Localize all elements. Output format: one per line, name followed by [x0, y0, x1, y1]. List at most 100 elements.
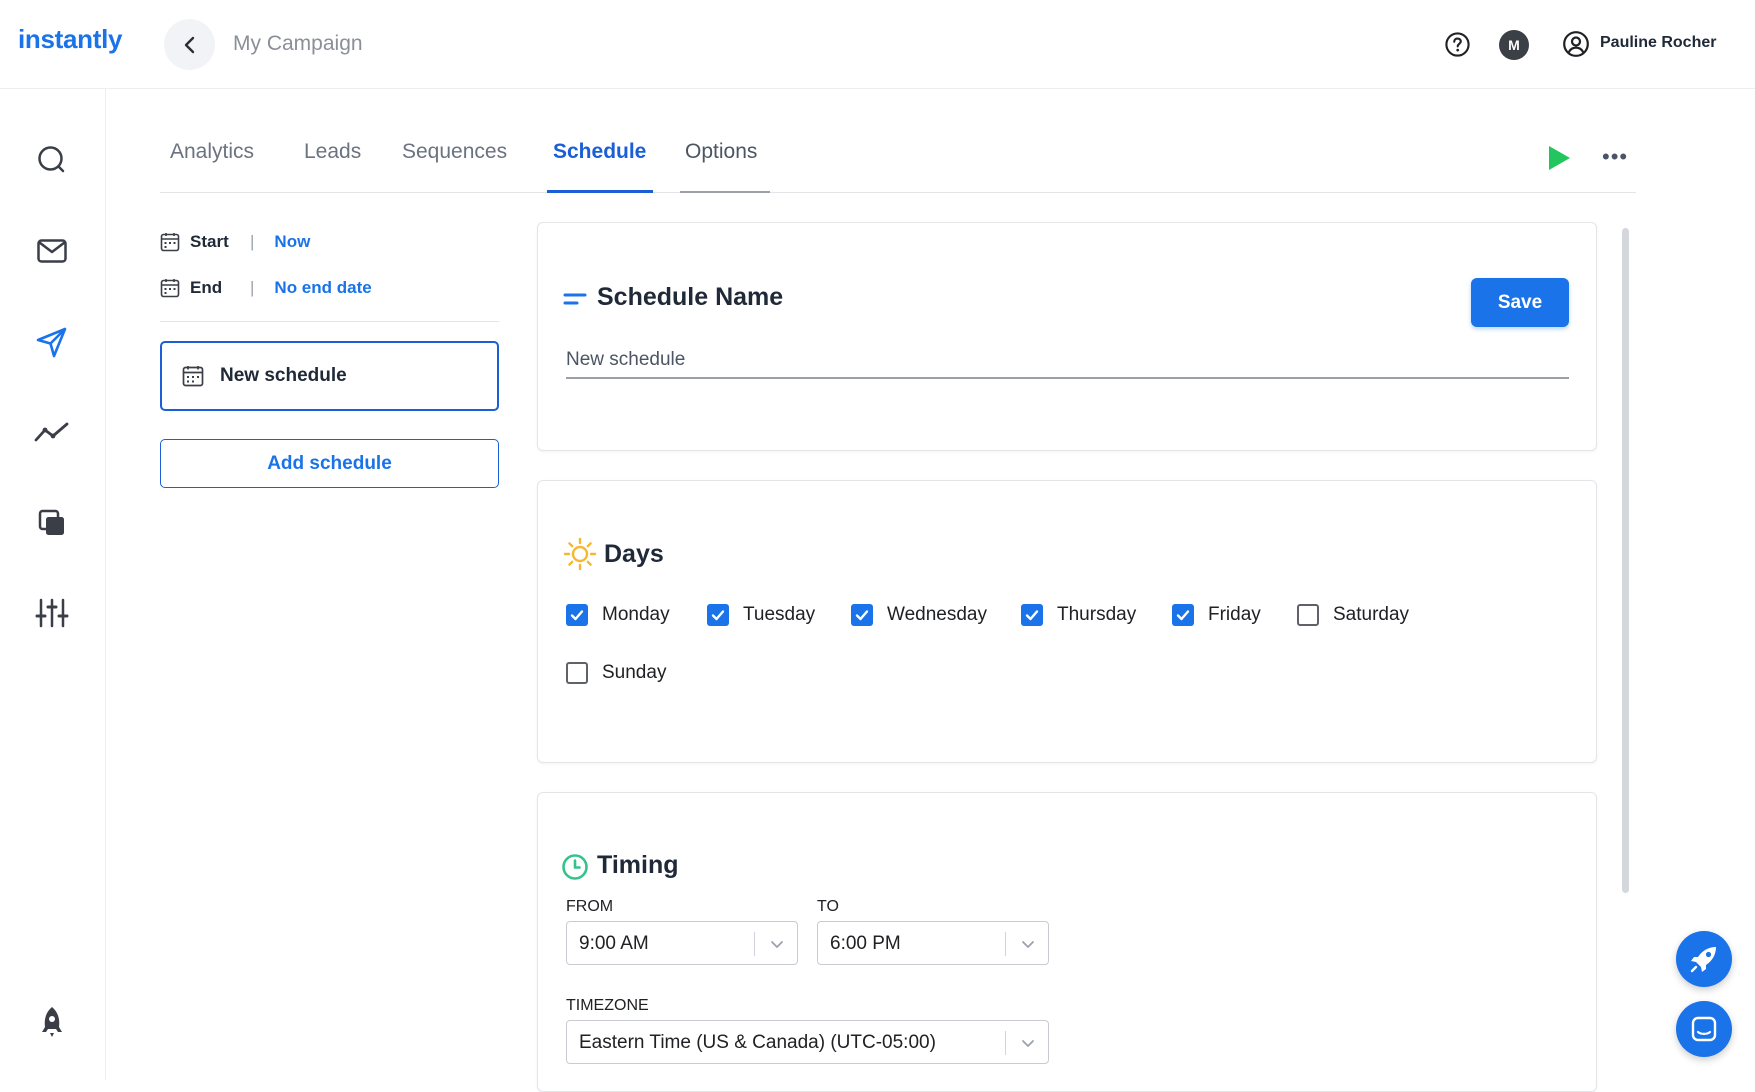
analytics-icon	[34, 422, 69, 442]
chat-fab[interactable]	[1676, 1001, 1732, 1057]
checkbox-checked-icon[interactable]	[851, 604, 873, 626]
end-label: End	[190, 278, 223, 297]
search-icon	[38, 146, 65, 173]
sidebar-item-campaigns[interactable]	[34, 324, 70, 360]
day-label: Tuesday	[743, 604, 816, 625]
top-bar: instantly My Campaign M Pauline Rocher	[0, 0, 1755, 89]
send-icon	[36, 327, 67, 358]
schedule-name-title: Schedule Name	[597, 283, 784, 311]
tab-schedule[interactable]: Schedule	[553, 140, 646, 186]
from-value: 9:00 AM	[579, 933, 649, 954]
from-label: FROM	[566, 898, 614, 915]
tab-sequences[interactable]: Sequences	[402, 140, 507, 186]
calendar-icon	[160, 233, 180, 252]
timezone-select[interactable]: Eastern Time (US & Canada) (UTC-05:00)	[566, 1020, 1049, 1064]
rocket-icon	[1690, 947, 1716, 973]
schedule-name-input[interactable]	[566, 343, 1569, 379]
logo[interactable]: instantly	[18, 24, 123, 55]
sun-icon	[563, 537, 597, 571]
checkbox-checked-icon[interactable]	[566, 604, 588, 626]
tab-analytics[interactable]: Analytics	[170, 140, 254, 186]
clock-icon	[562, 854, 588, 880]
add-schedule-button[interactable]: Add schedule	[160, 439, 499, 488]
sliders-icon	[35, 598, 69, 628]
help-icon[interactable]	[1444, 31, 1471, 58]
calendar-icon	[160, 279, 180, 298]
checkbox-unchecked-icon[interactable]	[1297, 604, 1319, 626]
more-options-icon[interactable]: •••	[1602, 146, 1628, 168]
end-date-row[interactable]: End | No end date	[160, 278, 372, 298]
day-label: Friday	[1208, 604, 1261, 625]
chat-icon	[1691, 1016, 1717, 1042]
user-circle-icon[interactable]	[1562, 30, 1590, 58]
day-label: Wednesday	[887, 604, 987, 625]
from-select[interactable]: 9:00 AM	[566, 921, 798, 965]
chevron-down-icon	[1022, 941, 1034, 948]
start-date-row[interactable]: Start | Now	[160, 232, 310, 252]
divider: |	[250, 232, 255, 251]
schedule-list-item-label: New schedule	[220, 365, 347, 386]
user-name[interactable]: Pauline Rocher	[1600, 34, 1716, 52]
avatar[interactable]: M	[1499, 30, 1529, 60]
day-tuesday[interactable]: Tuesday	[707, 604, 815, 626]
days-title: Days	[604, 540, 664, 568]
day-saturday[interactable]: Saturday	[1297, 604, 1409, 626]
sidebar-item-analytics[interactable]	[34, 414, 70, 450]
divider	[160, 321, 499, 322]
days-card: Days Monday Tuesday Wednesday Thursday F…	[537, 480, 1597, 763]
play-icon[interactable]	[1545, 143, 1573, 173]
back-button[interactable]	[164, 19, 215, 70]
to-label: TO	[817, 898, 839, 915]
chevron-down-icon	[1022, 1040, 1034, 1047]
sidebar-item-search[interactable]	[34, 89, 70, 125]
timezone-value: Eastern Time (US & Canada) (UTC-05:00)	[579, 1032, 936, 1053]
divider: |	[250, 278, 255, 297]
tab-options[interactable]: Options	[685, 140, 757, 186]
to-value: 6:00 PM	[830, 933, 901, 954]
day-sunday[interactable]: Sunday	[566, 662, 666, 684]
sidebar-item-templates[interactable]	[34, 505, 70, 541]
timing-title: Timing	[597, 851, 679, 879]
day-label: Monday	[602, 604, 670, 625]
checkbox-checked-icon[interactable]	[1021, 604, 1043, 626]
start-label: Start	[190, 232, 229, 251]
sidebar-item-settings[interactable]	[34, 595, 70, 631]
title-lines-icon	[563, 293, 587, 305]
sidebar-item-search[interactable]	[34, 142, 70, 178]
day-label: Thursday	[1057, 604, 1137, 625]
day-monday[interactable]: Monday	[566, 604, 670, 626]
chevron-down-icon	[771, 941, 783, 948]
end-value[interactable]: No end date	[274, 278, 371, 298]
day-label: Saturday	[1333, 604, 1410, 625]
tab-leads[interactable]: Leads	[304, 140, 361, 186]
save-button[interactable]: Save	[1471, 278, 1569, 327]
schedule-list-item[interactable]: New schedule	[160, 341, 499, 411]
launch-fab[interactable]	[1676, 931, 1732, 987]
day-label: Sunday	[602, 662, 667, 683]
start-value[interactable]: Now	[274, 232, 310, 252]
mail-icon	[37, 239, 67, 263]
to-select[interactable]: 6:00 PM	[817, 921, 1049, 965]
select-divider	[754, 932, 755, 956]
active-tab-indicator	[547, 190, 653, 193]
day-thursday[interactable]: Thursday	[1021, 604, 1136, 626]
hover-tab-indicator	[680, 191, 770, 193]
day-wednesday[interactable]: Wednesday	[851, 604, 987, 626]
scrollbar[interactable]	[1622, 228, 1629, 893]
sidebar-item-mail[interactable]	[34, 233, 70, 269]
timezone-label: TIMEZONE	[566, 997, 649, 1014]
select-divider	[1005, 932, 1006, 956]
day-friday[interactable]: Friday	[1172, 604, 1261, 626]
checkbox-checked-icon[interactable]	[1172, 604, 1194, 626]
rocket-icon	[42, 1007, 62, 1037]
copy-icon	[38, 509, 64, 535]
timing-card: Timing FROM 9:00 AM TO 6:00 PM TIMEZONE …	[537, 792, 1597, 1092]
campaign-tabs: Analytics Leads Sequences Schedule Optio…	[160, 120, 1636, 193]
checkbox-checked-icon[interactable]	[707, 604, 729, 626]
campaign-name: My Campaign	[233, 32, 363, 55]
sidebar-item-rocket[interactable]	[34, 1004, 70, 1040]
calendar-icon	[182, 366, 204, 387]
chevron-left-icon	[184, 36, 194, 53]
checkbox-unchecked-icon[interactable]	[566, 662, 588, 684]
schedule-name-card: Schedule Name Save	[537, 222, 1597, 451]
